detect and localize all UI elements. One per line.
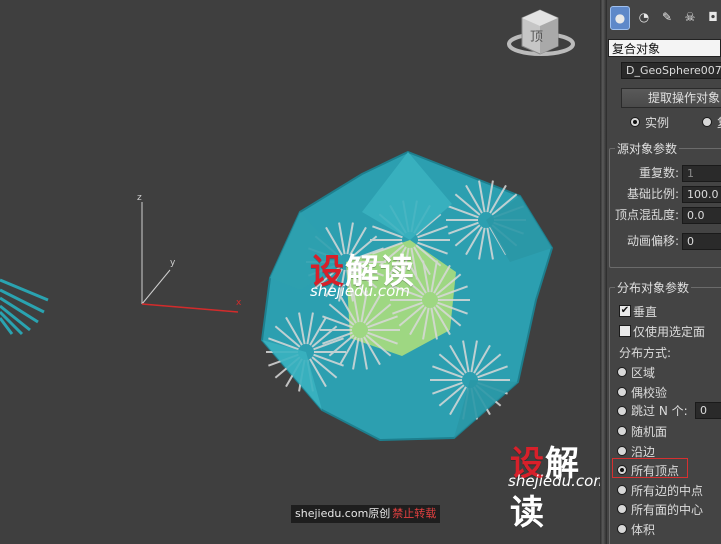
vertical-label: 垂直 [633,305,658,319]
base-scale-field[interactable]: 100.0 [682,186,721,203]
anim-offset-label: 动画偏移: [627,234,680,248]
object-type-dropdown[interactable]: 复合对象 [608,39,721,57]
repeat-field[interactable]: 1 [682,165,721,182]
method-label-area: 区域 [631,366,656,380]
method-radio-edge-midpoints[interactable] [617,485,627,495]
method-label-random-faces: 随机面 [631,425,668,439]
watermark-site-2: shejiedu.com [508,472,600,490]
credit-banner: shejiedu.com原创 禁止转载 [291,505,441,523]
instance-radio[interactable] [630,117,640,127]
method-radio-skip-n[interactable] [617,406,627,416]
method-title: 分布方式: [619,346,672,360]
extract-operand-button[interactable]: 提取操作对象 [621,88,721,108]
distrib-params-title: 分布对象参数 [615,279,692,296]
skip-n-field[interactable]: 0 [695,402,721,419]
viewcube-face-label: 顶 [530,30,544,45]
object-name-field[interactable]: D_GeoSphere007 [621,62,721,79]
axis-tripod [141,202,239,313]
helpers-icon[interactable]: ☠ [681,6,699,28]
lights-icon[interactable]: ✎ [658,6,676,28]
selected-faces-checkbox[interactable] [619,325,631,337]
method-label-even: 偶校验 [631,386,668,400]
method-radio-random-faces[interactable] [617,426,627,436]
anim-offset-field[interactable]: 0 [682,233,721,250]
copy-radio[interactable] [702,117,712,127]
partial-scatter-object [0,278,49,336]
source-params-title: 源对象参数 [615,140,680,157]
method-label-volume: 体积 [631,523,656,537]
method-label-face-centers: 所有面的中心 [631,503,704,517]
method-radio-even[interactable] [617,387,627,397]
method-radio-along-edges[interactable] [617,446,627,456]
method-label-skip-n: 跳过 N 个: [631,404,688,418]
instance-label: 实例 [645,116,670,130]
selection-highlight-box [612,458,688,478]
vertex-chaos-label: 顶点混乱度: [615,208,680,222]
vertex-chaos-field[interactable]: 0.0 [682,207,721,224]
selected-faces-label: 仅使用选定面 [633,325,706,339]
watermark-site: shejiedu.com [310,282,410,300]
method-label-edge-midpoints: 所有边的中点 [631,484,704,498]
shapes-icon[interactable]: ◔ [635,6,653,28]
method-radio-face-centers[interactable] [617,504,627,514]
axis-z-label: z [137,193,142,203]
method-radio-area[interactable] [617,367,627,377]
panel-divider[interactable] [600,0,607,544]
viewport[interactable]: z y x 顶 设解读 shejiedu.com 设解读 shejiedu.co… [0,0,600,544]
vertical-checkbox[interactable]: ✔ [619,305,631,317]
repeat-label: 重复数: [639,166,680,180]
camera-icon[interactable]: ◘ [704,6,721,28]
base-scale-label: 基础比例: [627,187,680,201]
axis-y-label: y [170,258,176,268]
method-radio-volume[interactable] [617,524,627,534]
axis-x-label: x [236,298,242,308]
create-tabs: ● ◔ ✎ ☠ ◘ [607,6,721,36]
copy-label: 复 [717,114,721,131]
sphere-icon[interactable]: ● [610,6,630,30]
